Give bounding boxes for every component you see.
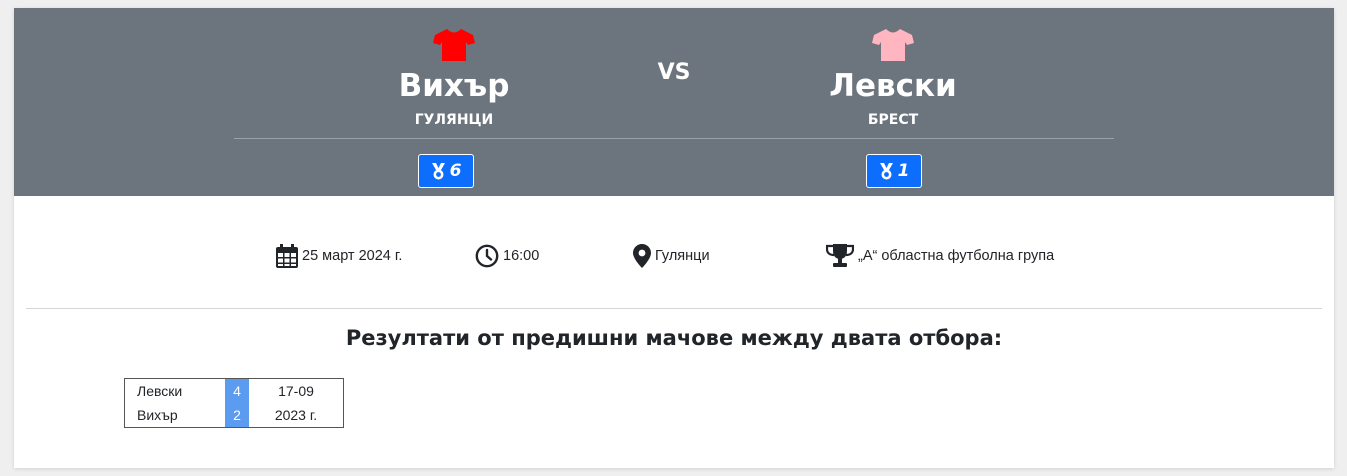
home-medal-count: 6 bbox=[449, 161, 462, 181]
match-league-text: „А“ областна футболна група bbox=[858, 248, 1055, 264]
match-place-text: Гулянци bbox=[655, 248, 710, 264]
result-team-names: Левски Вихър bbox=[125, 379, 225, 427]
match-league: „А“ областна футболна група bbox=[826, 242, 1054, 270]
medal-icon bbox=[879, 162, 893, 179]
home-team-city: ГУЛЯНЦИ bbox=[414, 112, 494, 128]
match-date: 25 март 2024 г. bbox=[276, 242, 402, 270]
result-date-line1: 17-09 bbox=[278, 383, 314, 399]
result-score1: 4 bbox=[233, 383, 241, 399]
result-score2: 2 bbox=[233, 407, 241, 423]
match-place: Гулянци bbox=[633, 242, 710, 270]
vs-label: VS bbox=[657, 60, 691, 85]
home-medal-badge[interactable]: 6 bbox=[418, 154, 474, 188]
match-date-text: 25 март 2024 г. bbox=[302, 248, 403, 264]
calendar-icon bbox=[276, 244, 298, 268]
header-divider bbox=[234, 138, 1114, 139]
map-pin-icon bbox=[633, 244, 651, 268]
result-team1: Левски bbox=[137, 383, 183, 399]
section-divider bbox=[26, 308, 1322, 309]
match-card: Вихър ГУЛЯНЦИ VS Левски БРЕСТ 6 1 25 мар… bbox=[14, 8, 1334, 468]
medal-icon bbox=[431, 162, 445, 179]
result-date: 17-09 2023 г. bbox=[249, 379, 343, 427]
match-time-text: 16:00 bbox=[503, 248, 540, 264]
match-time: 16:00 bbox=[475, 242, 539, 270]
result-date-line2: 2023 г. bbox=[274, 407, 318, 423]
home-team: Вихър ГУЛЯНЦИ bbox=[324, 8, 584, 128]
trophy-icon bbox=[826, 244, 854, 267]
away-medal-badge[interactable]: 1 bbox=[866, 154, 922, 188]
result-scores: 4 2 bbox=[225, 379, 249, 427]
shirt-icon bbox=[433, 29, 475, 61]
result-team2: Вихър bbox=[137, 407, 178, 423]
previous-match-result[interactable]: Левски Вихър 4 2 17-09 2023 г. bbox=[124, 378, 344, 428]
away-medal-count: 1 bbox=[897, 161, 910, 181]
home-team-name: Вихър bbox=[398, 68, 510, 104]
clock-icon bbox=[475, 244, 499, 268]
away-team-name: Левски bbox=[829, 68, 957, 104]
match-header: Вихър ГУЛЯНЦИ VS Левски БРЕСТ 6 1 bbox=[14, 8, 1334, 196]
away-team-city: БРЕСТ bbox=[867, 112, 919, 128]
previous-matches-title: Резултати от предишни мачове между двата… bbox=[345, 326, 1003, 350]
shirt-icon bbox=[872, 29, 914, 61]
away-team: Левски БРЕСТ bbox=[763, 8, 1023, 128]
